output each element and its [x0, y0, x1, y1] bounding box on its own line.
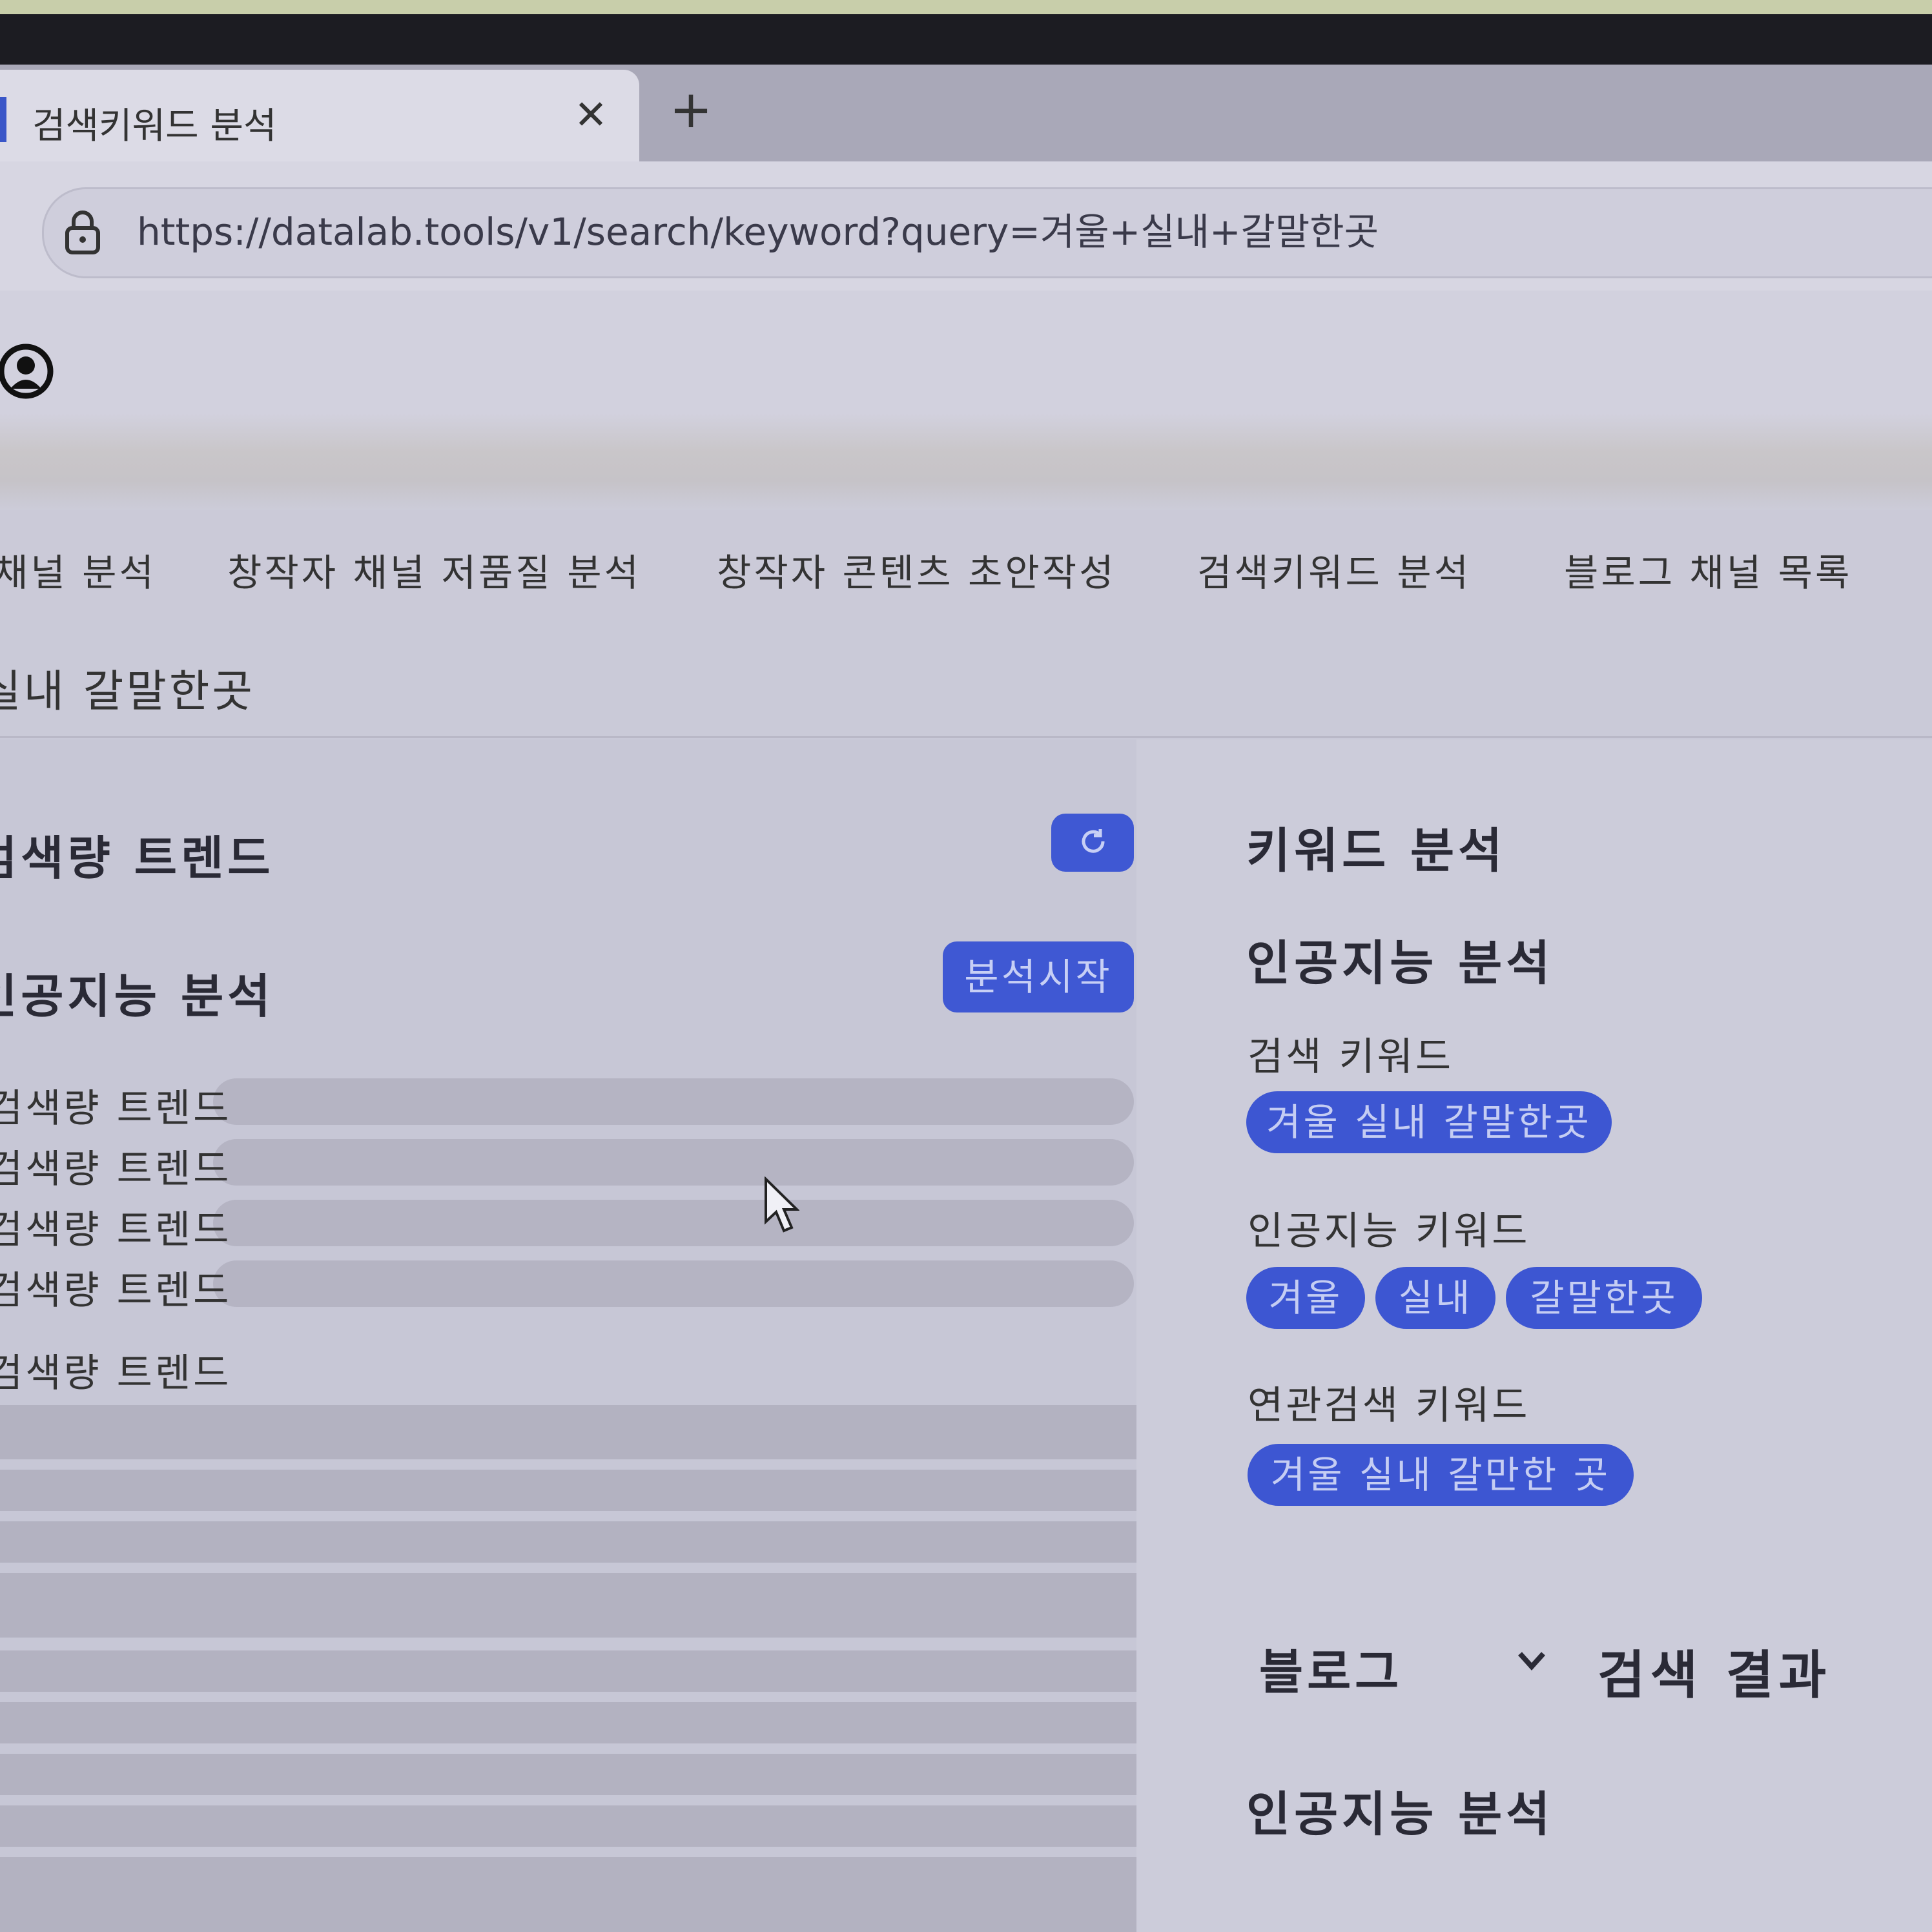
loading-placeholder	[0, 1405, 1136, 1459]
loading-placeholder	[0, 1754, 1136, 1795]
ai-section-title: 인공지능 분석	[0, 969, 274, 1023]
background-wall	[0, 0, 1932, 14]
left-panel	[0, 739, 1136, 1932]
trend-bar	[213, 1260, 1134, 1307]
new-tab-icon[interactable]: +	[665, 84, 717, 136]
nav-item-channel-analysis[interactable]: 채널 분석	[0, 542, 156, 597]
trend-row-label: 검색량 트렌드	[0, 1351, 232, 1396]
ai-keyword-chip[interactable]: 실내	[1375, 1267, 1495, 1329]
nav-item-keyword-analysis[interactable]: 검색키워드 분석	[1197, 542, 1471, 597]
ai-keyword-label: 인공지능 키워드	[1248, 1209, 1530, 1254]
ai-keyword-chip[interactable]: 갈말한곳	[1506, 1267, 1702, 1329]
ai-analysis-title: 인공지능 분석	[1246, 936, 1554, 991]
search-query-bar	[0, 620, 1932, 738]
loading-placeholder	[0, 1805, 1136, 1847]
loading-placeholder	[0, 1650, 1136, 1692]
nav-item-low-quality-analysis[interactable]: 창작자 채널 저품질 분석	[227, 542, 641, 597]
keyword-analysis-title: 키워드 분석	[1246, 823, 1506, 879]
loading-placeholder	[0, 1857, 1136, 1932]
right-panel	[1136, 739, 1932, 1932]
trend-row-label: 검색량 트렌드	[0, 1086, 232, 1131]
nav-item-content-draft[interactable]: 창작자 콘텐츠 초안작성	[717, 542, 1116, 597]
url-text[interactable]: https://datalab.tools/v1/search/keyword?…	[137, 201, 1379, 256]
ai-keyword-chip[interactable]: 겨울	[1246, 1267, 1365, 1329]
search-query-text[interactable]: 실내 갈말한곳	[0, 655, 255, 719]
refresh-icon[interactable]	[1078, 827, 1108, 856]
trend-row-label: 검색량 트렌드	[0, 1268, 232, 1313]
search-result-title: 검색 결과	[1598, 1645, 1832, 1705]
banner	[0, 413, 1932, 510]
related-keyword-chip[interactable]: 겨울 실내 갈만한 곳	[1248, 1444, 1634, 1506]
mouse-cursor-icon	[765, 1177, 799, 1233]
trend-row-label: 검색량 트렌드	[0, 1147, 232, 1192]
related-keyword-label: 연관검색 키워드	[1248, 1383, 1530, 1428]
nav-item-blog-list[interactable]: 블로그 채널 목록	[1564, 542, 1852, 597]
loading-placeholder	[0, 1521, 1136, 1563]
trend-bar	[213, 1139, 1134, 1186]
chevron-down-icon[interactable]	[1517, 1650, 1546, 1672]
search-keyword-chip[interactable]: 겨울 실내 갈말한곳	[1246, 1091, 1612, 1153]
source-select-value[interactable]: 블로그	[1259, 1634, 1403, 1703]
trend-bar	[213, 1078, 1134, 1125]
tab-title[interactable]: 검색키워드 분석	[32, 97, 276, 149]
start-analysis-button[interactable]: 분석시작	[943, 941, 1134, 1012]
tab-close-icon[interactable]: ✕	[568, 89, 613, 141]
loading-placeholder	[0, 1470, 1136, 1511]
lock-icon[interactable]	[63, 210, 102, 255]
trend-bar	[213, 1200, 1134, 1246]
ai-analysis-title-2: 인공지능 분석	[1246, 1787, 1554, 1842]
tab-favicon	[0, 97, 6, 142]
user-avatar-icon[interactable]	[0, 342, 58, 400]
trend-row-label: 검색량 트렌드	[0, 1208, 232, 1253]
trend-section-title: 검색량 트렌드	[0, 831, 274, 885]
loading-placeholder	[0, 1573, 1136, 1638]
search-keyword-label: 검색 키워드	[1248, 1034, 1454, 1080]
loading-placeholder	[0, 1702, 1136, 1743]
